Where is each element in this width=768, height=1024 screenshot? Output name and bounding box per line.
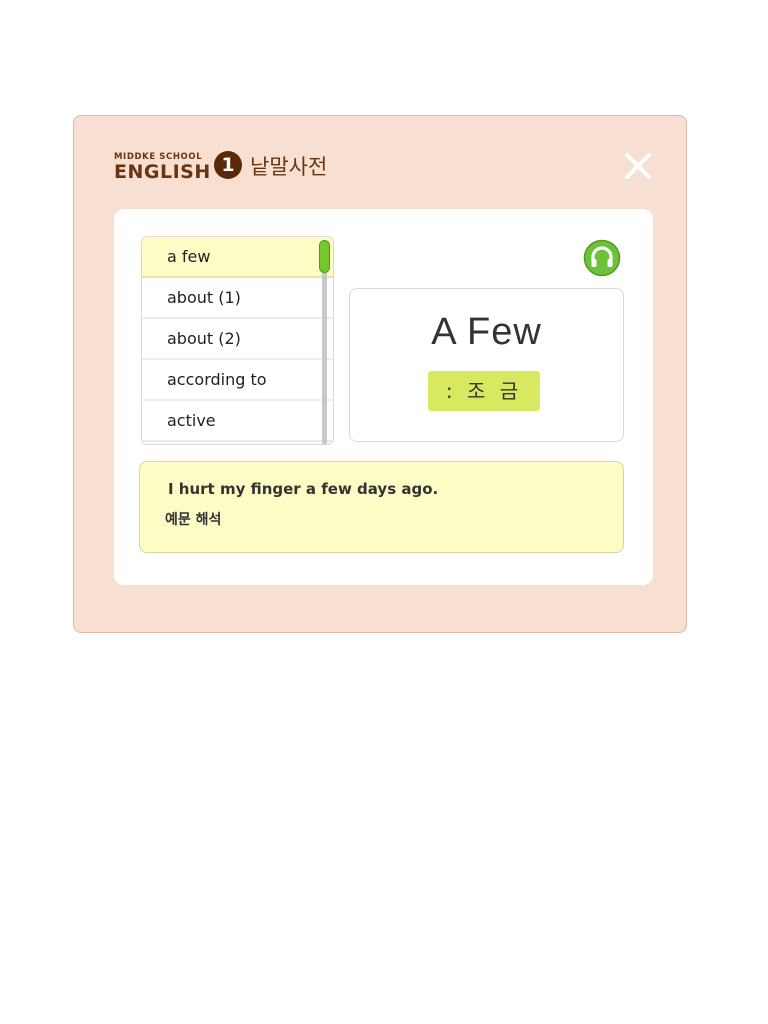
translation-toggle[interactable]: 예문 해석 (165, 509, 221, 529)
word-list-item[interactable]: a few (142, 237, 333, 278)
dictionary-card: a few about (1) about (2) according to a… (114, 209, 653, 585)
play-audio-button[interactable] (583, 239, 621, 277)
dictionary-panel: MIDDKE SCHOOL ENGLISH 1 낱말사전 a few about… (73, 115, 687, 633)
word-list-item[interactable]: about (2) (142, 319, 333, 360)
page-title: 낱말사전 (250, 155, 328, 179)
word-list-item[interactable]: active (142, 401, 333, 442)
example-box: I hurt my finger a few days ago. 예문 해석 (139, 461, 624, 553)
word-list-item[interactable]: about (1) (142, 278, 333, 319)
book-number-badge: 1 (214, 151, 242, 179)
close-icon (625, 153, 651, 179)
headword: A Few (431, 311, 542, 353)
scrollbar-thumb[interactable] (319, 240, 330, 273)
close-button[interactable] (622, 150, 654, 182)
word-list-item[interactable]: according to (142, 360, 333, 401)
meaning-label: : 조 금 (428, 371, 540, 411)
headphones-icon (583, 239, 621, 277)
definition-box: A Few : 조 금 (349, 288, 624, 442)
word-list[interactable]: a few about (1) about (2) according to a… (141, 236, 334, 445)
example-sentence: I hurt my finger a few days ago. (168, 480, 439, 498)
brand-logo-text: ENGLISH (114, 161, 211, 183)
